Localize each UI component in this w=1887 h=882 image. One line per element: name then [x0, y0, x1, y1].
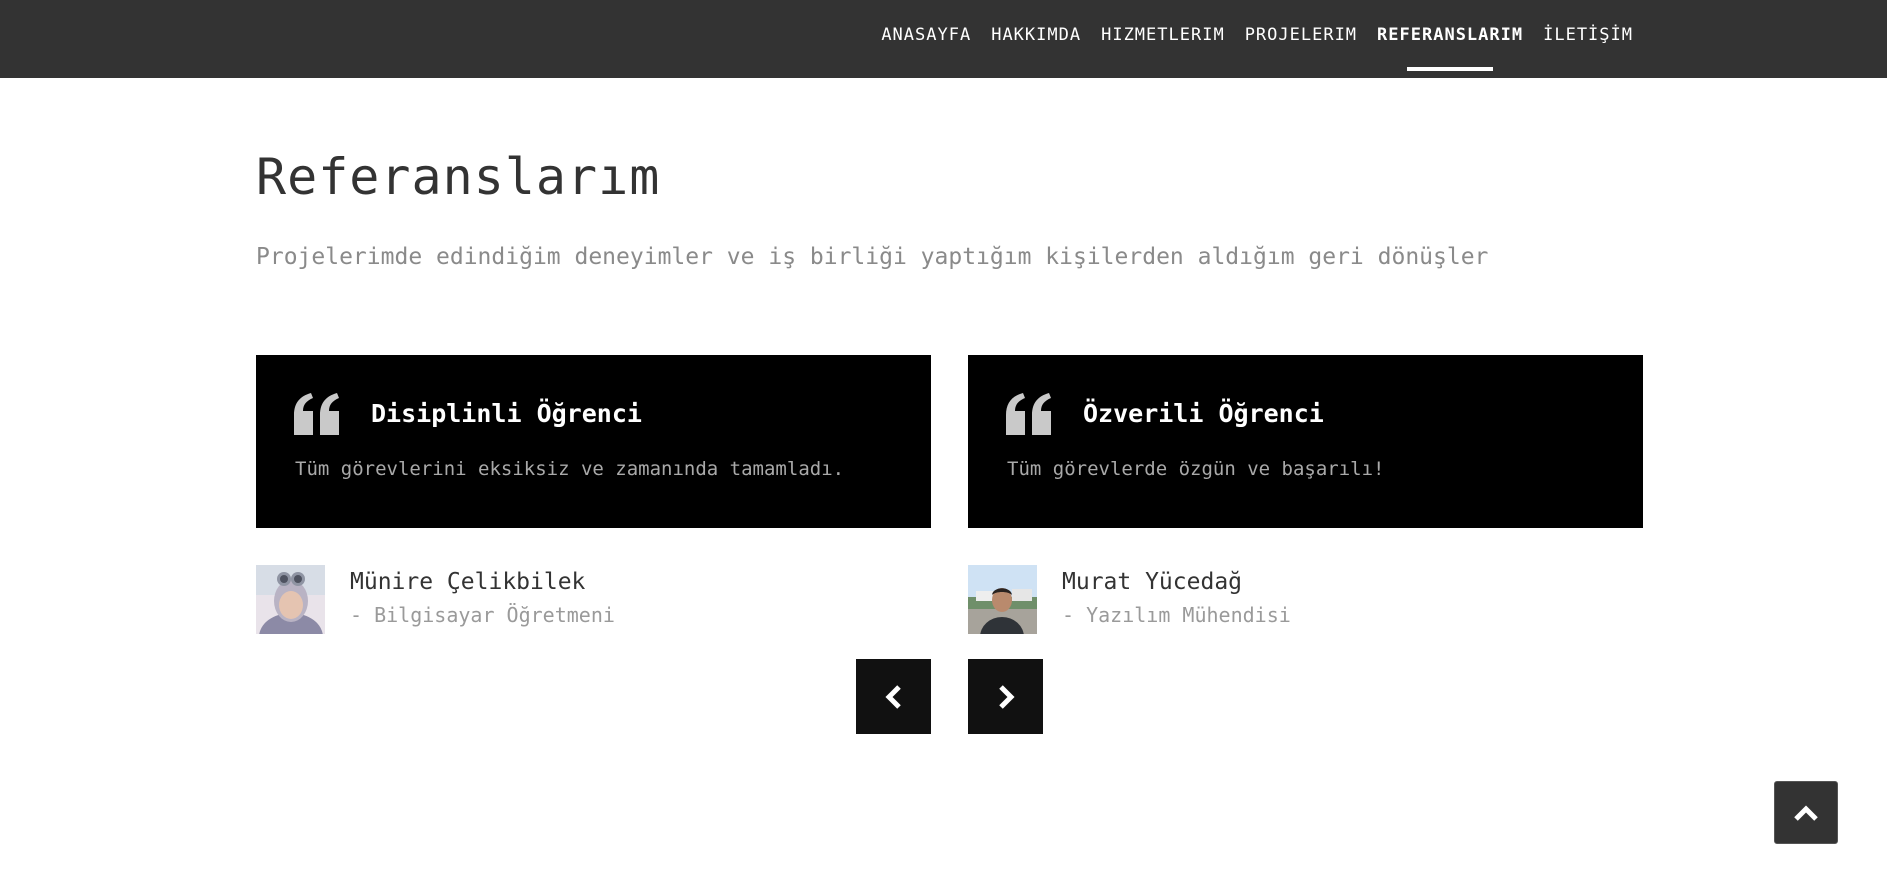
- testimonial-text: Tüm görevlerde özgün ve başarılı!: [1007, 458, 1385, 480]
- author-role: - Bilgisayar Öğretmeni: [350, 603, 615, 627]
- scroll-to-top-button[interactable]: [1774, 781, 1838, 844]
- chevron-right-icon: [998, 684, 1015, 709]
- prev-slide-button[interactable]: [856, 659, 931, 734]
- testimonial-text: Tüm görevlerini eksiksiz ve zamanında ta…: [295, 458, 845, 480]
- main-nav: ANASAYFA HAKKIMDA HIZMETLERIM PROJELERIM…: [881, 25, 1633, 71]
- avatar: [256, 565, 325, 634]
- author-role: - Yazılım Mühendisi: [1062, 603, 1291, 627]
- author-name: Münire Çelikbilek: [350, 569, 586, 595]
- avatar: [968, 565, 1037, 634]
- testimonial-title: Disiplinli Öğrenci: [371, 399, 642, 428]
- nav-item-projelerim[interactable]: PROJELERIM: [1245, 25, 1357, 45]
- chevron-left-icon: [884, 684, 901, 709]
- testimonial-card: Özverili Öğrenci Tüm görevlerde özgün ve…: [968, 355, 1643, 528]
- author-name: Murat Yücedağ: [1062, 569, 1243, 595]
- nav-item-hakkimda[interactable]: HAKKIMDA: [991, 25, 1081, 45]
- chevron-up-icon: [1794, 804, 1818, 821]
- nav-item-hizmetlerim[interactable]: HIZMETLERIM: [1101, 25, 1225, 45]
- page-title: Referanslarım: [256, 148, 661, 206]
- next-slide-button[interactable]: [968, 659, 1043, 734]
- nav-item-referanslarim[interactable]: REFERANSLARIM: [1377, 25, 1524, 71]
- page-subtitle: Projelerimde edindiğim deneyimler ve iş …: [256, 244, 1489, 270]
- active-nav-underline: [1407, 67, 1494, 71]
- quote-icon: [294, 393, 339, 435]
- nav-item-anasayfa[interactable]: ANASAYFA: [881, 25, 971, 45]
- quote-icon: [1006, 393, 1051, 435]
- nav-item-iletisim[interactable]: İLETİŞİM: [1543, 25, 1633, 45]
- top-navbar: ANASAYFA HAKKIMDA HIZMETLERIM PROJELERIM…: [0, 0, 1887, 78]
- nav-item-label: REFERANSLARIM: [1377, 25, 1524, 45]
- testimonial-title: Özverili Öğrenci: [1083, 399, 1324, 428]
- testimonial-card: Disiplinli Öğrenci Tüm görevlerini eksik…: [256, 355, 931, 528]
